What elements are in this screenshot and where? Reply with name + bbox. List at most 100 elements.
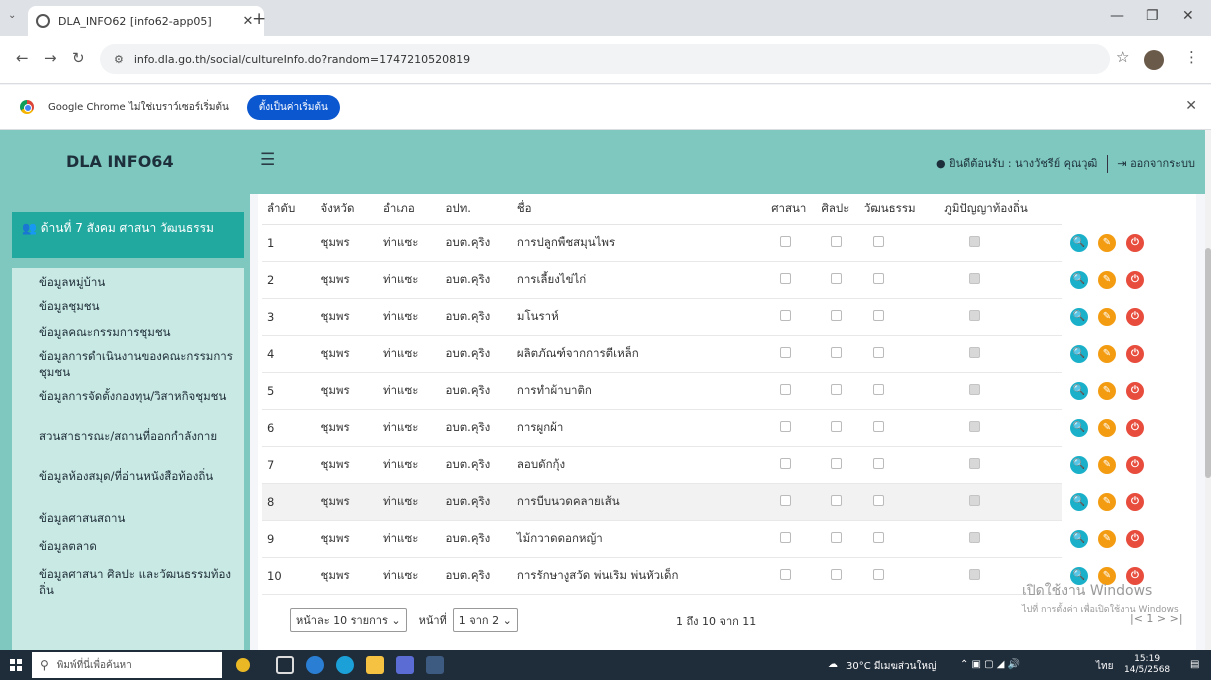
set-default-button[interactable]: ตั้งเป็นค่าเริ่มต้น — [246, 94, 340, 120]
restore-icon[interactable]: ❐ — [1146, 8, 1159, 24]
taskbar-search[interactable]: ⚲ พิมพ์ที่นี่เพื่อค้นหา — [32, 652, 222, 678]
delete-icon[interactable]: ⏻ — [1126, 307, 1144, 326]
edit-icon[interactable]: ✎ — [1098, 381, 1116, 400]
art-checkbox[interactable] — [830, 531, 842, 543]
store-icon[interactable] — [396, 656, 414, 674]
col-wisdom[interactable]: ภูมิปัญญาท้องถิ่น — [939, 194, 1062, 225]
widgets-icon[interactable] — [236, 658, 250, 672]
wisdom-checkbox[interactable] — [969, 272, 981, 284]
art-checkbox[interactable] — [830, 457, 842, 469]
sidebar-item[interactable]: ข้อมูลหมู่บ้าน — [12, 268, 244, 294]
edge-browser-icon[interactable] — [306, 656, 324, 674]
new-tab-icon[interactable]: + — [252, 9, 266, 29]
delete-icon[interactable]: ⏻ — [1126, 233, 1144, 252]
wisdom-checkbox[interactable] — [969, 309, 981, 321]
art-checkbox[interactable] — [830, 383, 842, 395]
delete-icon[interactable]: ⏻ — [1126, 418, 1144, 437]
menu-dots-icon[interactable]: ⋮ — [1184, 48, 1199, 66]
edit-icon[interactable]: ✎ — [1098, 455, 1116, 474]
religion-checkbox[interactable] — [780, 457, 792, 469]
view-icon[interactable]: 🔍 — [1070, 233, 1088, 252]
sidebar-item[interactable]: ข้อมูลชุมชน — [12, 294, 244, 320]
art-checkbox[interactable] — [830, 235, 842, 247]
wisdom-checkbox[interactable] — [969, 531, 981, 543]
edit-icon[interactable]: ✎ — [1098, 344, 1116, 363]
sidebar-section-header[interactable]: 👥 ด้านที่ 7 สังคม ศาสนา วัฒนธรรม — [12, 212, 244, 258]
view-icon[interactable]: 🔍 — [1070, 492, 1088, 511]
sidebar-item[interactable]: ข้อมูลคณะกรรมการชุมชน — [12, 320, 244, 346]
culture-checkbox[interactable] — [872, 531, 884, 543]
culture-checkbox[interactable] — [872, 457, 884, 469]
wisdom-checkbox[interactable] — [969, 494, 981, 506]
culture-checkbox[interactable] — [872, 568, 884, 580]
col-no[interactable]: ลำดับ — [262, 194, 316, 225]
sidebar-item[interactable]: ข้อมูลศาสนา ศิลปะ และวัฒนธรรมท้องถิ่น — [12, 560, 244, 600]
art-checkbox[interactable] — [830, 494, 842, 506]
col-org[interactable]: อปท. — [440, 194, 512, 225]
view-icon[interactable]: 🔍 — [1070, 418, 1088, 437]
col-province[interactable]: จังหวัด — [315, 194, 379, 225]
sidebar-item[interactable]: ข้อมูลตลาด — [12, 532, 244, 560]
culture-checkbox[interactable] — [872, 420, 884, 432]
culture-checkbox[interactable] — [872, 346, 884, 358]
chrome-taskbar-icon[interactable] — [426, 656, 444, 674]
col-culture[interactable]: วัฒนธรรม — [858, 194, 940, 225]
view-icon[interactable]: 🔍 — [1070, 455, 1088, 474]
religion-checkbox[interactable] — [780, 346, 792, 358]
site-info-icon[interactable]: ⚙ — [114, 53, 124, 66]
infobar-close-icon[interactable]: ✕ — [1185, 98, 1197, 114]
art-checkbox[interactable] — [830, 272, 842, 284]
view-icon[interactable]: 🔍 — [1070, 529, 1088, 548]
col-art[interactable]: ศิลปะ — [816, 194, 859, 225]
file-explorer-icon[interactable] — [366, 656, 384, 674]
view-icon[interactable]: 🔍 — [1070, 381, 1088, 400]
delete-icon[interactable]: ⏻ — [1126, 492, 1144, 511]
art-checkbox[interactable] — [830, 568, 842, 580]
wisdom-checkbox[interactable] — [969, 457, 981, 469]
religion-checkbox[interactable] — [780, 568, 792, 580]
edit-icon[interactable]: ✎ — [1098, 418, 1116, 437]
religion-checkbox[interactable] — [780, 420, 792, 432]
browser-tab[interactable]: DLA_INFO62 [info62-app05] ✕ — [28, 6, 264, 36]
url-field[interactable]: ⚙ info.dla.go.th/social/cultureInfo.do?r… — [100, 44, 1110, 74]
col-district[interactable]: อำเภอ — [378, 194, 441, 225]
delete-icon[interactable]: ⏻ — [1126, 270, 1144, 289]
art-checkbox[interactable] — [830, 420, 842, 432]
col-name[interactable]: ชื่อ — [511, 194, 767, 225]
per-page-select[interactable]: หน้าละ 10 รายการ ⌄ — [290, 608, 407, 632]
sidebar-item[interactable]: สวนสาธารณะ/สถานที่ออกกำลังกาย — [12, 424, 244, 464]
hamburger-menu-icon[interactable]: ☰ — [260, 150, 275, 170]
notification-icon[interactable]: ▤ — [1190, 659, 1199, 670]
col-religion[interactable]: ศาสนา — [766, 194, 817, 225]
task-view-icon[interactable] — [276, 656, 294, 674]
art-checkbox[interactable] — [830, 346, 842, 358]
delete-icon[interactable]: ⏻ — [1126, 529, 1144, 548]
view-icon[interactable]: 🔍 — [1070, 307, 1088, 326]
page-select[interactable]: 1 จาก 2 ⌄ — [452, 608, 518, 632]
culture-checkbox[interactable] — [872, 235, 884, 247]
religion-checkbox[interactable] — [780, 531, 792, 543]
art-checkbox[interactable] — [830, 309, 842, 321]
edge-icon-2[interactable] — [336, 656, 354, 674]
logout-icon[interactable]: ⇥ — [1117, 157, 1126, 170]
delete-icon[interactable]: ⏻ — [1126, 344, 1144, 363]
religion-checkbox[interactable] — [780, 309, 792, 321]
language-indicator[interactable]: ไทย — [1096, 659, 1113, 674]
edit-icon[interactable]: ✎ — [1098, 492, 1116, 511]
reload-icon[interactable]: ↻ — [72, 49, 85, 67]
culture-checkbox[interactable] — [872, 309, 884, 321]
religion-checkbox[interactable] — [780, 272, 792, 284]
forward-icon[interactable]: → — [44, 49, 57, 67]
wisdom-checkbox[interactable] — [969, 346, 981, 358]
religion-checkbox[interactable] — [780, 383, 792, 395]
minimize-icon[interactable]: — — [1110, 8, 1124, 24]
religion-checkbox[interactable] — [780, 494, 792, 506]
app-brand[interactable]: DLA INFO64 — [66, 152, 174, 171]
edit-icon[interactable]: ✎ — [1098, 270, 1116, 289]
weather-icon[interactable]: ☁ — [828, 659, 838, 670]
scrollbar-thumb[interactable] — [1205, 248, 1211, 478]
sidebar-item[interactable]: ข้อมูลศาสนสถาน — [12, 504, 244, 532]
sidebar-item[interactable]: ข้อมูลการจัดตั้งกองทุน/วิสาหกิจชุมชน — [12, 384, 244, 424]
edit-icon[interactable]: ✎ — [1098, 529, 1116, 548]
view-icon[interactable]: 🔍 — [1070, 344, 1088, 363]
